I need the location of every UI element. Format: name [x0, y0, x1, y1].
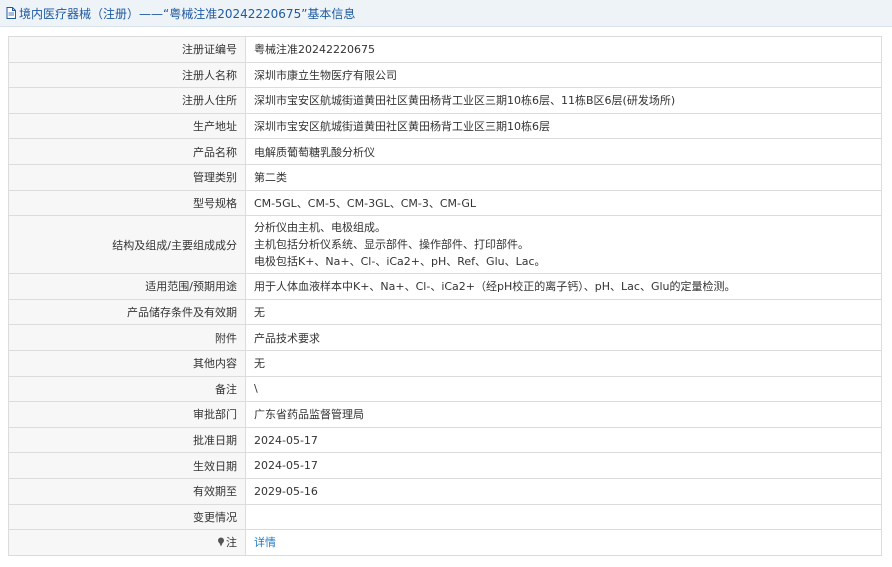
row-label: 注册人名称	[8, 61, 246, 89]
row-value: 2024-05-17	[245, 426, 882, 454]
table-row: 其他内容 无	[8, 349, 882, 377]
table-row: 型号规格 CM-5GL、CM-5、CM-3GL、CM-3、CM-GL	[8, 189, 882, 217]
composition-line: 电极包括K+、Na+、Cl-、iCa2+、pH、Ref、Glu、Lac。	[254, 255, 546, 269]
table-row: 管理类别 第二类	[8, 163, 882, 191]
table-row: 注 详情	[8, 529, 882, 556]
pin-icon	[218, 537, 224, 547]
table-row: 有效期至 2029-05-16	[8, 477, 882, 505]
row-value: 深圳市宝安区航城街道黄田社区黄田杨背工业区三期10栋6层、11栋B区6层(研发场…	[245, 87, 882, 114]
row-label: 注册人住所	[8, 87, 246, 114]
row-value: CM-5GL、CM-5、CM-3GL、CM-3、CM-GL	[245, 189, 882, 217]
row-value: 无	[245, 298, 882, 326]
row-value: 产品技术要求	[245, 324, 882, 351]
row-label: 适用范围/预期用途	[8, 273, 246, 300]
table-row: 审批部门 广东省药品监督管理局	[8, 401, 882, 428]
table-row: 备注 \	[8, 375, 882, 403]
table-row: 结构及组成/主要组成成分 分析仪由主机、电极组成。 主机包括分析仪系统、显示部件…	[8, 215, 882, 275]
row-label: 生效日期	[8, 452, 246, 479]
row-label: 其他内容	[8, 349, 246, 377]
row-label: 产品储存条件及有效期	[8, 298, 246, 326]
table-row: 产品储存条件及有效期 无	[8, 298, 882, 326]
note-label-cell: 注	[8, 529, 246, 556]
row-value: 第二类	[245, 163, 882, 191]
info-table: 注册证编号 粤械注准20242220675 注册人名称 深圳市康立生物医疗有限公…	[8, 36, 882, 556]
row-value: 用于人体血液样本中K+、Na+、Cl-、iCa2+（经pH校正的离子钙）、pH、…	[245, 273, 882, 300]
row-label: 有效期至	[8, 477, 246, 505]
row-label: 型号规格	[8, 189, 246, 217]
composition-line: 主机包括分析仪系统、显示部件、操作部件、打印部件。	[254, 238, 529, 252]
table-row: 适用范围/预期用途 用于人体血液样本中K+、Na+、Cl-、iCa2+（经pH校…	[8, 273, 882, 300]
table-row: 变更情况	[8, 503, 882, 531]
table-row: 注册人名称 深圳市康立生物医疗有限公司	[8, 61, 882, 89]
table-row: 注册证编号 粤械注准20242220675	[8, 36, 882, 63]
row-value: 2029-05-16	[245, 477, 882, 505]
table-row: 生效日期 2024-05-17	[8, 452, 882, 479]
row-label: 注	[226, 536, 237, 550]
page-title: 境内医疗器械（注册）——“粤械注准20242220675”基本信息	[19, 6, 356, 21]
composition-line: 分析仪由主机、电极组成。	[254, 221, 386, 235]
row-value: 深圳市康立生物医疗有限公司	[245, 61, 882, 89]
row-value: 电解质葡萄糖乳酸分析仪	[245, 138, 882, 165]
table-row: 注册人住所 深圳市宝安区航城街道黄田社区黄田杨背工业区三期10栋6层、11栋B区…	[8, 87, 882, 114]
table-row: 产品名称 电解质葡萄糖乳酸分析仪	[8, 138, 882, 165]
table-row: 生产地址 深圳市宝安区航城街道黄田社区黄田杨背工业区三期10栋6层	[8, 112, 882, 140]
row-value: 详情	[245, 529, 882, 556]
row-value	[245, 503, 882, 531]
row-label: 附件	[8, 324, 246, 351]
row-label: 管理类别	[8, 163, 246, 191]
row-value: 广东省药品监督管理局	[245, 401, 882, 428]
table-row: 批准日期 2024-05-17	[8, 426, 882, 454]
row-label: 生产地址	[8, 112, 246, 140]
row-label: 注册证编号	[8, 36, 246, 63]
row-label: 备注	[8, 375, 246, 403]
row-value: 深圳市宝安区航城街道黄田社区黄田杨背工业区三期10栋6层	[245, 112, 882, 140]
row-label: 产品名称	[8, 138, 246, 165]
document-icon	[6, 7, 16, 19]
page-header: 境内医疗器械（注册）——“粤械注准20242220675”基本信息	[0, 0, 892, 27]
row-label: 结构及组成/主要组成成分	[8, 215, 246, 275]
row-value: 2024-05-17	[245, 452, 882, 479]
row-value-multiline: 分析仪由主机、电极组成。 主机包括分析仪系统、显示部件、操作部件、打印部件。 电…	[245, 215, 882, 275]
row-label: 批准日期	[8, 426, 246, 454]
row-label: 审批部门	[8, 401, 246, 428]
row-value: 粤械注准20242220675	[245, 36, 882, 63]
row-value: 无	[245, 349, 882, 377]
details-link[interactable]: 详情	[254, 536, 276, 549]
table-row: 附件 产品技术要求	[8, 324, 882, 351]
row-label: 变更情况	[8, 503, 246, 531]
row-value: \	[245, 375, 882, 403]
